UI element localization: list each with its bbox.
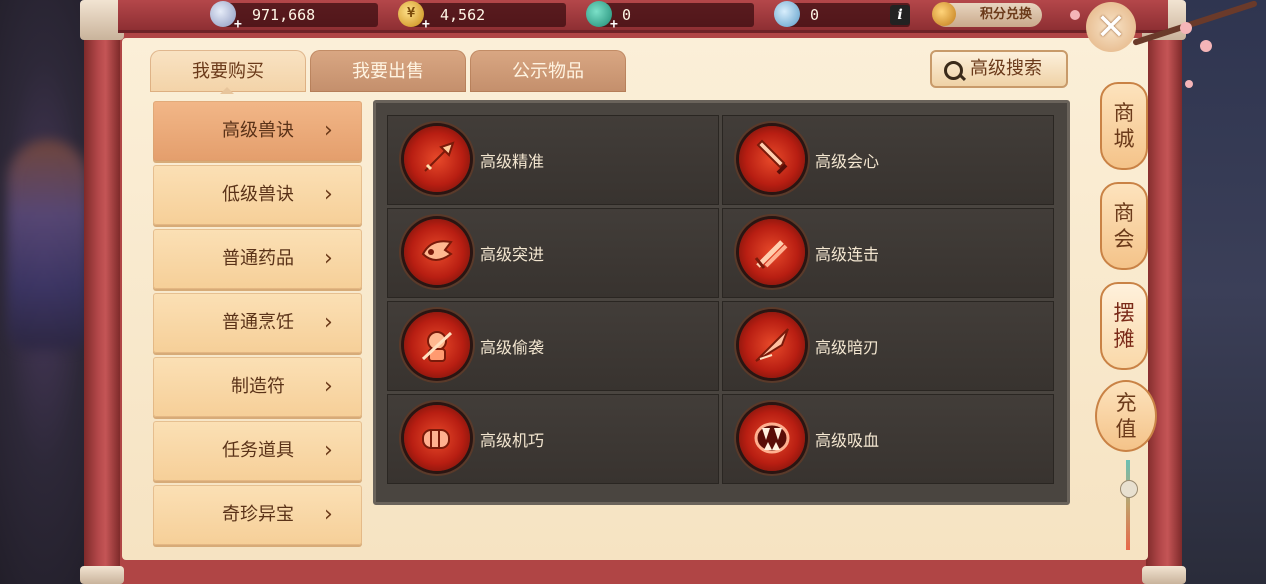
tassel-decoration bbox=[1126, 460, 1130, 550]
sword-icon bbox=[739, 126, 805, 192]
side-tab-label-top: 商 bbox=[1113, 201, 1135, 225]
blade-icon bbox=[739, 312, 805, 378]
item-cell[interactable]: 高级精准 bbox=[387, 115, 719, 205]
item-cell[interactable]: 高级会心 bbox=[722, 115, 1054, 205]
category-cooking[interactable]: 普通烹饪 › bbox=[153, 293, 362, 353]
category-basic-skill-book[interactable]: 低级兽诀 › bbox=[153, 165, 362, 225]
money-bag-icon bbox=[932, 2, 956, 26]
search-icon bbox=[944, 61, 963, 80]
chevron-right-icon: › bbox=[324, 310, 333, 335]
combo-icon bbox=[739, 219, 805, 285]
fang-icon bbox=[739, 405, 805, 471]
silver-resource[interactable]: + 971,668 bbox=[210, 1, 378, 32]
silver-value: 971,668 bbox=[252, 6, 316, 24]
side-tab-label-bottom: 城 bbox=[1113, 127, 1135, 151]
item-cell[interactable]: 高级连击 bbox=[722, 208, 1054, 298]
category-treasures[interactable]: 奇珍异宝 › bbox=[153, 485, 362, 545]
background-character bbox=[8, 140, 88, 350]
item-name: 高级暗刃 bbox=[815, 338, 880, 357]
tab-sell[interactable]: 我要出售 bbox=[310, 50, 466, 92]
item-cell[interactable]: 高级暗刃 bbox=[722, 301, 1054, 391]
blossom-decoration bbox=[1180, 22, 1192, 34]
plus-icon: + bbox=[234, 17, 242, 32]
jade-icon bbox=[586, 1, 612, 27]
frame-pillar-right bbox=[1142, 0, 1186, 584]
chevron-right-icon: › bbox=[324, 438, 333, 463]
charge-icon bbox=[404, 219, 470, 285]
bead-decoration bbox=[1120, 480, 1138, 498]
side-tab-mall[interactable]: 商 城 bbox=[1100, 82, 1148, 170]
blossom-decoration bbox=[1200, 40, 1212, 52]
chevron-right-icon: › bbox=[324, 374, 333, 399]
side-tab-label-top: 摆 bbox=[1113, 301, 1135, 325]
category-crafting-talisman[interactable]: 制造符 › bbox=[153, 357, 362, 417]
item-name: 高级突进 bbox=[480, 245, 545, 264]
jade-resource[interactable]: + 0 bbox=[586, 1, 754, 32]
chevron-right-icon: › bbox=[324, 502, 333, 527]
exchange-label: 积分兑换 bbox=[979, 7, 1032, 22]
category-medicine[interactable]: 普通药品 › bbox=[153, 229, 362, 289]
plus-icon: + bbox=[422, 17, 430, 32]
jade-value: 0 bbox=[622, 6, 632, 24]
item-name: 高级精准 bbox=[480, 152, 545, 171]
chevron-right-icon: › bbox=[324, 182, 333, 207]
item-name: 高级吸血 bbox=[815, 431, 880, 450]
gold-value: 4,562 bbox=[440, 6, 486, 24]
side-tab-label-bottom: 会 bbox=[1113, 227, 1135, 251]
side-tab-guild[interactable]: 商 会 bbox=[1100, 182, 1148, 270]
item-name: 高级连击 bbox=[815, 245, 880, 264]
item-name: 高级会心 bbox=[815, 152, 880, 171]
ambush-icon bbox=[404, 312, 470, 378]
silver-coin-icon bbox=[210, 1, 236, 27]
blossom-decoration bbox=[1070, 10, 1080, 20]
category-advanced-skill-book[interactable]: 高级兽诀 › bbox=[153, 101, 362, 161]
arrow-icon bbox=[404, 126, 470, 192]
fairy-value: 0 bbox=[810, 6, 820, 24]
item-name: 高级偷袭 bbox=[480, 338, 545, 357]
item-name: 高级机巧 bbox=[480, 431, 545, 450]
item-cell[interactable]: 高级偷袭 bbox=[387, 301, 719, 391]
side-tab-label-bottom: 值 bbox=[1115, 417, 1137, 441]
side-tab-recharge[interactable]: 充 值 bbox=[1095, 380, 1157, 452]
category-quest-items[interactable]: 任务道具 › bbox=[153, 421, 362, 481]
fairy-token-icon bbox=[774, 1, 800, 27]
tab-buy[interactable]: 我要购买 bbox=[150, 50, 306, 94]
advanced-search-button[interactable]: 高级搜索 bbox=[930, 50, 1068, 88]
plus-icon: + bbox=[610, 17, 618, 32]
side-tab-label-bottom: 摊 bbox=[1113, 327, 1135, 351]
close-button[interactable]: ✕ bbox=[1086, 2, 1136, 52]
gold-coin-icon: ¥ bbox=[398, 1, 424, 27]
frame-pillar-left bbox=[80, 0, 124, 584]
advanced-search-label: 高级搜索 bbox=[970, 58, 1042, 79]
item-cell[interactable]: 高级吸血 bbox=[722, 394, 1054, 484]
side-tab-label-top: 充 bbox=[1115, 391, 1137, 415]
item-cell[interactable]: 高级机巧 bbox=[387, 394, 719, 484]
fist-icon bbox=[404, 405, 470, 471]
points-exchange-button[interactable]: 积分兑换 bbox=[932, 2, 1042, 27]
info-button[interactable]: i bbox=[890, 5, 910, 25]
side-tab-label-top: 商 bbox=[1113, 101, 1135, 125]
close-icon: ✕ bbox=[1095, 6, 1127, 48]
blossom-decoration bbox=[1185, 80, 1193, 88]
item-cell[interactable]: 高级突进 bbox=[387, 208, 719, 298]
tab-public-items[interactable]: 公示物品 bbox=[470, 50, 626, 92]
gold-resource[interactable]: ¥ + 4,562 bbox=[398, 1, 566, 32]
side-tab-stall[interactable]: 摆 摊 bbox=[1100, 282, 1148, 370]
chevron-right-icon: › bbox=[324, 118, 333, 143]
chevron-right-icon: › bbox=[324, 246, 333, 271]
